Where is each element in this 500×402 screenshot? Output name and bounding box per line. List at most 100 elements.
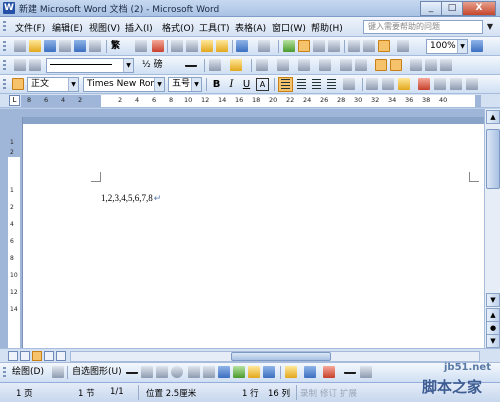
open-icon[interactable]: [29, 40, 41, 52]
help-dropdown-icon[interactable]: ▼: [484, 20, 496, 34]
help-icon[interactable]: [471, 40, 483, 52]
line-spacing-icon[interactable]: [343, 78, 355, 90]
zoom-dropdown-icon[interactable]: ▼: [457, 40, 467, 53]
status-extend[interactable]: 扩展: [340, 387, 357, 399]
numbering-icon[interactable]: [366, 78, 378, 90]
document-map-icon[interactable]: [378, 40, 390, 52]
menu-window[interactable]: 窗口(W): [272, 21, 306, 34]
columns-icon[interactable]: [348, 40, 360, 52]
web-view-icon[interactable]: [20, 351, 30, 361]
underline-button[interactable]: U: [240, 78, 253, 91]
wordart-icon[interactable]: [218, 366, 230, 378]
help-search-input[interactable]: 键入需要帮助的问题: [363, 20, 483, 34]
rectangle-tool-icon[interactable]: [156, 366, 168, 378]
insert-table-icon[interactable]: [313, 40, 325, 52]
highlight-icon[interactable]: [398, 78, 410, 90]
save-icon[interactable]: [44, 40, 56, 52]
tables-borders-icon[interactable]: [298, 40, 310, 52]
hyperlink-icon[interactable]: [283, 40, 295, 52]
print-layout-icon[interactable]: [32, 351, 42, 361]
horizontal-scroll-thumb[interactable]: [231, 352, 331, 361]
traditional-chinese-button[interactable]: 繁: [111, 40, 120, 52]
toolbar-grip[interactable]: [3, 60, 6, 71]
print-icon[interactable]: [74, 40, 86, 52]
table-autoformat-icon[interactable]: [375, 59, 387, 71]
shading-color-icon[interactable]: [230, 59, 242, 71]
oval-tool-icon[interactable]: [171, 366, 183, 378]
merge-cells-icon[interactable]: [277, 59, 289, 71]
word-app-icon[interactable]: W: [3, 2, 15, 14]
distribute-columns-icon[interactable]: [355, 59, 367, 71]
menubar-grip[interactable]: [3, 21, 6, 33]
text-box-icon[interactable]: [188, 366, 200, 378]
toolbar-grip[interactable]: [3, 41, 6, 52]
arrow-tool-icon[interactable]: [141, 366, 153, 378]
menu-table[interactable]: 表格(A): [235, 21, 266, 34]
paste-icon[interactable]: [201, 40, 213, 52]
menu-format[interactable]: 格式(O): [162, 21, 194, 34]
toolbar-grip[interactable]: [3, 367, 6, 378]
bullets-icon[interactable]: [382, 78, 394, 90]
eraser-icon[interactable]: [29, 59, 41, 71]
show-gridlines-icon[interactable]: [390, 59, 402, 71]
toolbar-grip[interactable]: [3, 79, 6, 90]
status-record[interactable]: 录制: [300, 387, 317, 399]
align-cell-icon[interactable]: [319, 59, 331, 71]
document-text[interactable]: 1,2,3,4,5,6,7,8↵: [101, 193, 161, 204]
spelling-icon[interactable]: [152, 40, 164, 52]
copy-icon[interactable]: [186, 40, 198, 52]
research-icon[interactable]: [135, 40, 147, 52]
show-hide-icon[interactable]: [397, 40, 409, 52]
font-size-select[interactable]: 五号 ▼: [168, 77, 202, 92]
distributed-align-button[interactable]: [325, 78, 338, 91]
align-center-button[interactable]: [295, 78, 308, 91]
autosum-icon[interactable]: [440, 59, 452, 71]
line-color-icon[interactable]: [304, 366, 316, 378]
draw-table-icon[interactable]: [14, 59, 26, 71]
line-tool-icon[interactable]: [126, 366, 138, 374]
redo-icon[interactable]: [258, 40, 270, 52]
menu-insert[interactable]: 插入(I): [125, 21, 153, 34]
character-border-button[interactable]: A: [256, 78, 269, 91]
line-weight-label[interactable]: ½ 磅: [142, 59, 163, 71]
tab-stop-selector[interactable]: L: [9, 95, 20, 106]
font-dropdown-icon[interactable]: ▼: [154, 78, 164, 91]
autoshapes-menu-button[interactable]: 自选图形(U): [72, 366, 122, 378]
font-size-dropdown-icon[interactable]: ▼: [191, 78, 201, 91]
insert-table-icon[interactable]: [256, 59, 268, 71]
maximize-button[interactable]: □: [441, 1, 463, 16]
horizontal-scrollbar[interactable]: [70, 351, 480, 362]
insert-picture-icon[interactable]: [263, 366, 275, 378]
dash-style-icon[interactable]: [360, 366, 372, 378]
format-painter-icon[interactable]: [216, 40, 228, 52]
style-select[interactable]: 正文 ▼: [27, 77, 79, 92]
vertical-ruler[interactable]: 1 2 1 2 4 6 8 10 12 14: [8, 109, 20, 348]
menu-help[interactable]: 帮助(H): [311, 21, 343, 34]
distribute-rows-icon[interactable]: [340, 59, 352, 71]
align-right-button[interactable]: [310, 78, 323, 91]
select-objects-icon[interactable]: [52, 366, 64, 378]
print-preview-icon[interactable]: [89, 40, 101, 52]
align-justify-button[interactable]: [278, 77, 293, 92]
split-cells-icon[interactable]: [298, 59, 310, 71]
italic-button[interactable]: I: [225, 78, 238, 91]
diagram-icon[interactable]: [233, 366, 245, 378]
menu-file[interactable]: 文件(F): [15, 21, 45, 34]
horizontal-ruler[interactable]: 8 6 4 2 2 4 6 8 10 12 14 16 18 20 22 24 …: [21, 95, 481, 107]
line-style-select[interactable]: ▼: [46, 58, 134, 73]
outline-view-icon[interactable]: [44, 351, 54, 361]
styles-formatting-icon[interactable]: [12, 78, 24, 90]
document-page[interactable]: 1,2,3,4,5,6,7,8↵: [22, 117, 489, 357]
minimize-button[interactable]: _: [420, 1, 442, 16]
close-button[interactable]: X: [462, 1, 496, 16]
scroll-up-icon[interactable]: ▲: [486, 110, 500, 124]
menu-tools[interactable]: 工具(T): [199, 21, 230, 34]
draw-menu-button[interactable]: 绘图(D): [12, 366, 44, 378]
vertical-text-box-icon[interactable]: [203, 366, 215, 378]
next-page-icon[interactable]: ▼: [486, 334, 500, 348]
fill-color-icon[interactable]: [285, 366, 297, 378]
reading-view-icon[interactable]: [56, 351, 66, 361]
normal-view-icon[interactable]: [8, 351, 18, 361]
undo-icon[interactable]: [236, 40, 248, 52]
sort-ascending-icon[interactable]: [410, 59, 422, 71]
